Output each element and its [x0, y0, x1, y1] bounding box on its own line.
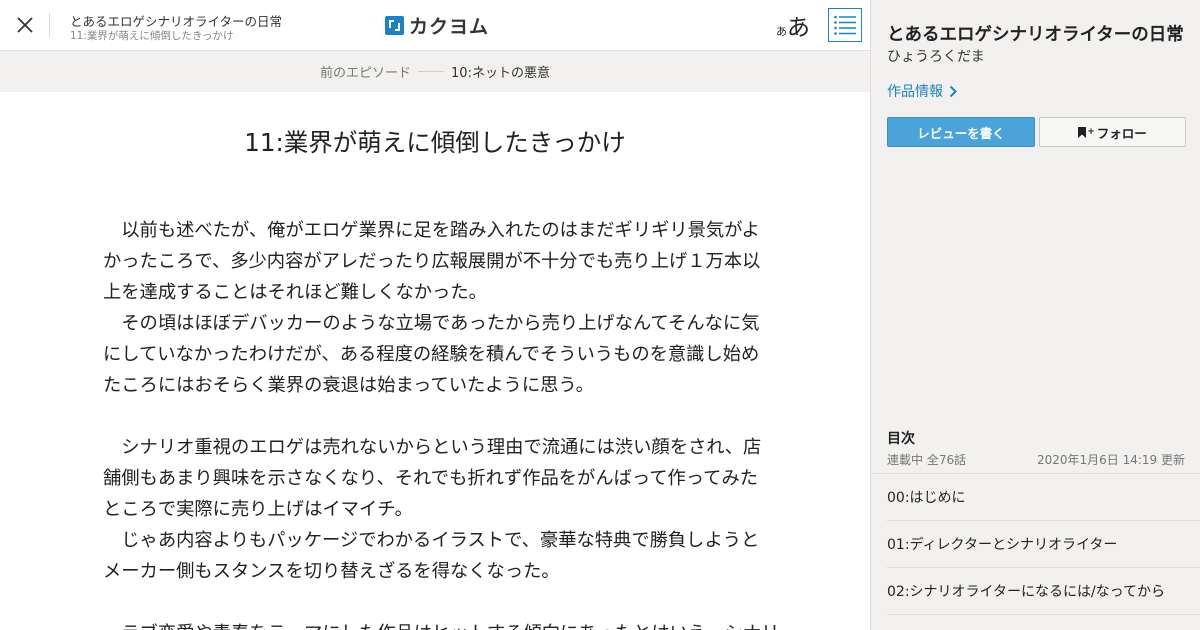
nav-divider-line	[418, 71, 445, 72]
toc-list: 00:はじめに 01:ディレクターとシナリオライター 02:シナリオライターにな…	[887, 474, 1200, 615]
work-sidebar: とあるエロゲシナリオライターの日常 ひょうろくだま 作品情報 レビューを書く +…	[870, 0, 1200, 630]
header-episode-title: 11:業界が萌えに傾倒したきっかけ	[70, 30, 234, 42]
reader-main: とあるエロゲシナリオライターの日常 11:業界が萌えに傾倒したきっかけ カクヨム…	[0, 0, 870, 630]
body-line: メーカー側もスタンスを切り替えざるを得なくなった。	[103, 561, 560, 582]
work-info-label: 作品情報	[887, 84, 943, 100]
body-line: ところで実際に売り上げはイマイチ。	[103, 499, 413, 520]
toc-heading: 目次	[887, 431, 915, 447]
toc-toggle-button[interactable]	[828, 8, 862, 42]
toc-item[interactable]: 01:ディレクターとシナリオライター	[887, 521, 1200, 568]
body-line: じゃあ内容よりもパッケージでわかるイラストで、豪華な特典で勝負しようと	[103, 530, 760, 551]
list-icon	[834, 15, 856, 35]
chevron-right-icon	[949, 85, 957, 97]
close-icon	[17, 17, 33, 33]
kakuyomu-logo-icon	[385, 15, 404, 35]
toc-item[interactable]: 02:シナリオライターになるには/なってから	[887, 568, 1200, 615]
body-line: 舗側もあまり興味を示さなくなり、それでも折れず作品をがんばって作ってみた	[103, 468, 759, 489]
body-line: ラブ恋愛や青春をテーマにした作品はヒットする傾向にあったとはいえ、シナリ	[103, 618, 779, 630]
episode-navigation: 前のエピソード 10:ネットの悪意	[0, 51, 870, 92]
episode-body: 以前も述べたが、俺がエロゲ業界に足を踏み入れたのはまだギリギリ景気がよ かったこ…	[103, 215, 779, 630]
prev-episode-link[interactable]: 10:ネットの悪意	[451, 62, 550, 81]
sidebar-work-title[interactable]: とあるエロゲシナリオライターの日常	[887, 21, 1184, 46]
logo-text: カクヨム	[409, 15, 490, 38]
toc-status: 連載中 全76話	[887, 453, 967, 467]
toc-updated: 2020年1月6日 14:19 更新	[1036, 453, 1185, 467]
body-line: たころにはおそらく業界の衰退は始まっていたように思う。	[103, 375, 594, 396]
site-logo[interactable]: カクヨム	[385, 13, 490, 38]
close-button[interactable]	[9, 9, 41, 41]
body-line	[103, 587, 753, 618]
reader-header: とあるエロゲシナリオライターの日常 11:業界が萌えに傾倒したきっかけ カクヨム…	[0, 0, 870, 51]
font-size-button[interactable]: ああ	[776, 8, 810, 41]
header-divider	[49, 13, 50, 37]
follow-label: フォロー	[1096, 125, 1147, 141]
bookmark-icon	[1078, 126, 1087, 138]
sidebar-author[interactable]: ひょうろくだま	[887, 46, 985, 66]
prev-episode-label[interactable]: 前のエピソード	[320, 62, 411, 81]
body-line: にしていなかったわけだが、ある程度の経験を積んでそういうものを意識し始め	[103, 344, 760, 365]
body-line: かったころで、多少内容がアレだったり広報展開が不十分でも売り上げ１万本以	[103, 251, 761, 272]
body-line: その頃はほぼデバッカーのような立場であったから売り上げなんてそんなに気	[103, 313, 760, 334]
body-line	[103, 401, 753, 432]
follow-plus-glyph: +	[1087, 127, 1095, 137]
body-line: 以前も述べたが、俺がエロゲ業界に足を踏み入れたのはまだギリギリ景気がよ	[103, 220, 760, 241]
toc-item[interactable]: 00:はじめに	[887, 474, 1200, 521]
follow-button[interactable]: + フォロー	[1039, 117, 1186, 147]
font-size-large-glyph: あ	[787, 15, 810, 41]
font-size-small-glyph: あ	[776, 25, 787, 38]
body-line: シナリオ重視のエロゲは売れないからという理由で流通には渋い顔をされ、店	[103, 437, 762, 458]
body-line: 上を達成することはそれほど難しくなかった。	[103, 282, 487, 303]
write-review-button[interactable]: レビューを書く	[887, 117, 1035, 147]
work-info-link[interactable]: 作品情報	[887, 81, 957, 101]
episode-title: 11:業界が萌えに傾倒したきっかけ	[244, 128, 626, 157]
